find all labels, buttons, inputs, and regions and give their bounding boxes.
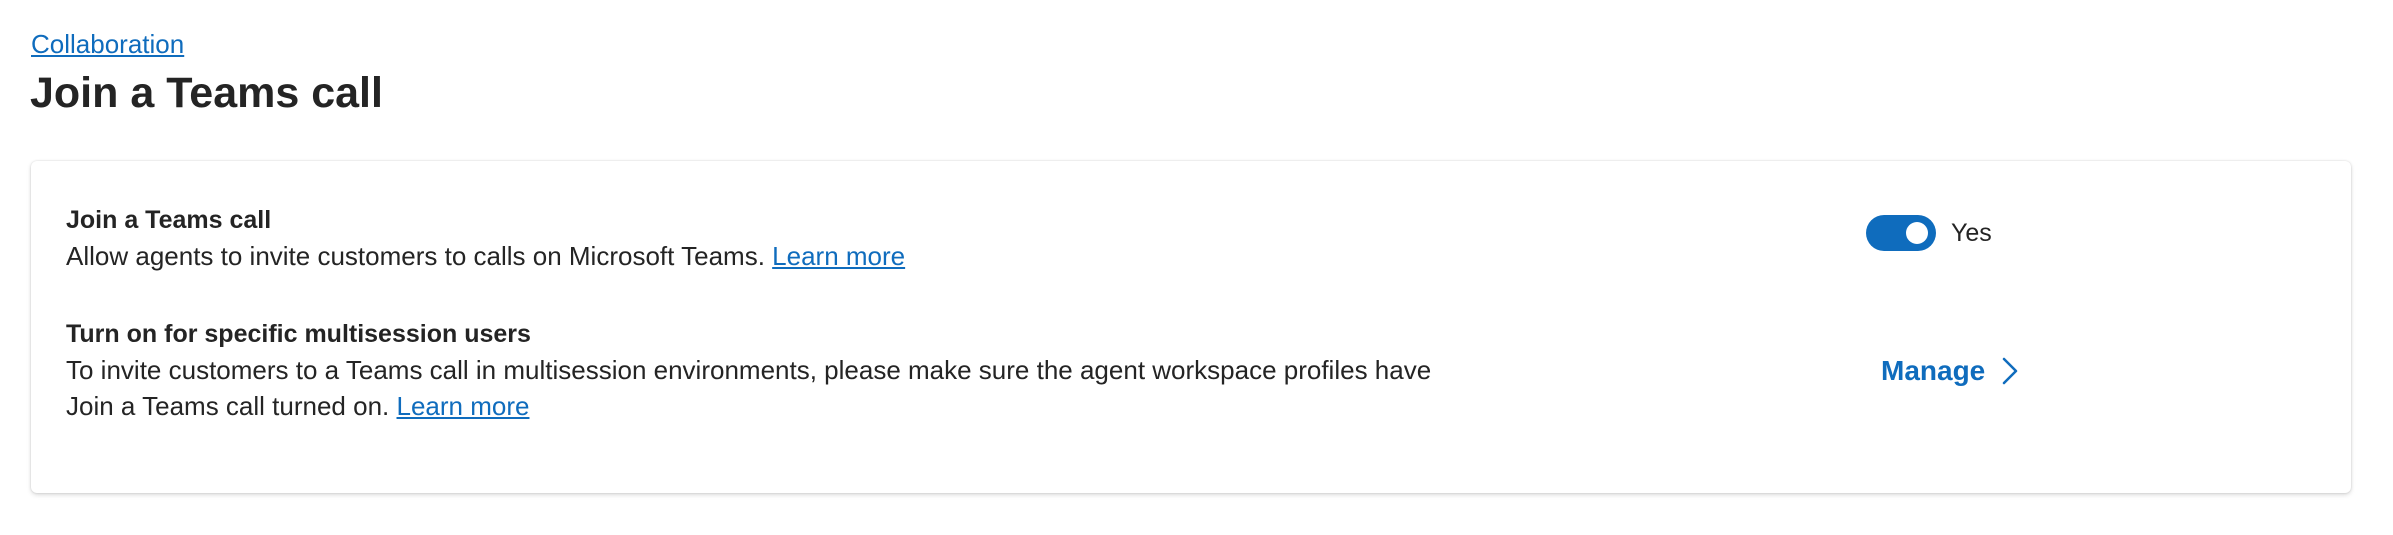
chevron-right-icon: [2003, 357, 2018, 385]
join-call-toggle[interactable]: [1866, 215, 1936, 251]
join-call-toggle-label: Yes: [1951, 219, 1992, 247]
join-call-learn-more-link[interactable]: Learn more: [772, 241, 905, 271]
multisession-description-text: To invite customers to a Teams call in m…: [66, 355, 1432, 421]
join-call-title: Join a Teams call: [66, 206, 272, 234]
join-call-toggle-group: Yes: [1866, 215, 1992, 251]
settings-card: Join a Teams call Allow agents to invite…: [31, 161, 2351, 493]
multisession-title: Turn on for specific multisession users: [66, 320, 531, 348]
breadcrumb-collaboration[interactable]: Collaboration: [31, 28, 184, 60]
join-call-description-text: Allow agents to invite customers to call…: [66, 241, 765, 271]
page-title: Join a Teams call: [30, 69, 383, 117]
multisession-description: To invite customers to a Teams call in m…: [66, 352, 1486, 424]
multisession-learn-more-link[interactable]: Learn more: [397, 391, 530, 421]
manage-button[interactable]: Manage: [1881, 351, 2019, 391]
toggle-knob: [1906, 222, 1928, 244]
manage-label: Manage: [1881, 355, 1986, 386]
join-call-description: Allow agents to invite customers to call…: [66, 238, 1486, 274]
